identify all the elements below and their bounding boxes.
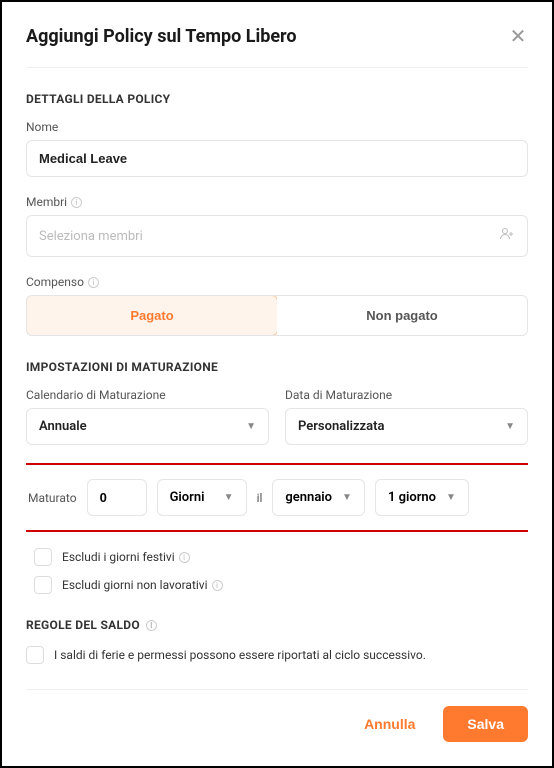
cancel-button[interactable]: Annulla	[348, 706, 431, 742]
rollover-label: I saldi di ferie e permessi possono esse…	[54, 648, 426, 662]
modal-title: Aggiungi Policy sul Tempo Libero	[26, 26, 297, 47]
info-icon: i	[179, 552, 190, 563]
exclude-nonworking-label: Escludi giorni non lavorativi i	[62, 578, 223, 592]
day-select[interactable]: 1 giorno ▼	[375, 479, 469, 516]
add-user-icon	[499, 226, 515, 246]
schedule-select[interactable]: Annuale ▼	[26, 408, 269, 445]
accrual-section-title: IMPOSTAZIONI DI MATURAZIONE	[26, 360, 528, 374]
name-label: Nome	[26, 120, 528, 134]
rollover-checkbox[interactable]	[26, 646, 44, 664]
close-icon: ✕	[510, 26, 527, 48]
info-icon: i	[212, 580, 223, 591]
info-icon: i	[146, 620, 157, 631]
exclude-holidays-checkbox[interactable]	[34, 548, 52, 566]
exclude-nonworking-checkbox[interactable]	[34, 576, 52, 594]
balance-section-title: REGOLE DEL SALDO i	[26, 618, 528, 632]
date-label: Data di Maturazione	[285, 388, 528, 402]
paid-toggle[interactable]: Pagato	[26, 295, 278, 336]
compensation-toggle: Pagato Non pagato	[26, 295, 528, 336]
modal-footer: Annulla Salva	[26, 689, 528, 742]
chevron-down-icon: ▼	[342, 492, 352, 503]
date-select[interactable]: Personalizzata ▼	[285, 408, 528, 445]
chevron-down-icon: ▼	[505, 421, 515, 432]
modal-header: Aggiungi Policy sul Tempo Libero ✕	[26, 26, 528, 68]
exclude-holidays-label: Escludi i giorni festivi i	[62, 550, 190, 564]
unit-select[interactable]: Giorni ▼	[157, 479, 247, 516]
chevron-down-icon: ▼	[246, 421, 256, 432]
compensation-label: Compenso i	[26, 275, 528, 289]
unpaid-toggle[interactable]: Non pagato	[277, 296, 527, 335]
accrued-label: Maturato	[28, 491, 77, 505]
on-label: il	[257, 491, 263, 505]
modal-content: DETTAGLI DELLA POLICY Nome Membri i Sele…	[26, 92, 528, 689]
name-input[interactable]	[26, 140, 528, 177]
amount-input[interactable]	[87, 479, 147, 516]
info-icon: i	[71, 197, 82, 208]
accrual-highlight-row: Maturato Giorni ▼ il gennaio ▼ 1 giorno …	[26, 463, 528, 532]
details-section-title: DETTAGLI DELLA POLICY	[26, 92, 528, 106]
members-input[interactable]: Seleziona membri	[26, 215, 528, 257]
schedule-label: Calendario di Maturazione	[26, 388, 269, 402]
close-button[interactable]: ✕	[508, 27, 528, 47]
chevron-down-icon: ▼	[446, 492, 456, 503]
members-label: Membri i	[26, 195, 528, 209]
info-icon: i	[88, 277, 99, 288]
month-select[interactable]: gennaio ▼	[272, 479, 365, 516]
save-button[interactable]: Salva	[443, 706, 528, 742]
chevron-down-icon: ▼	[224, 492, 234, 503]
